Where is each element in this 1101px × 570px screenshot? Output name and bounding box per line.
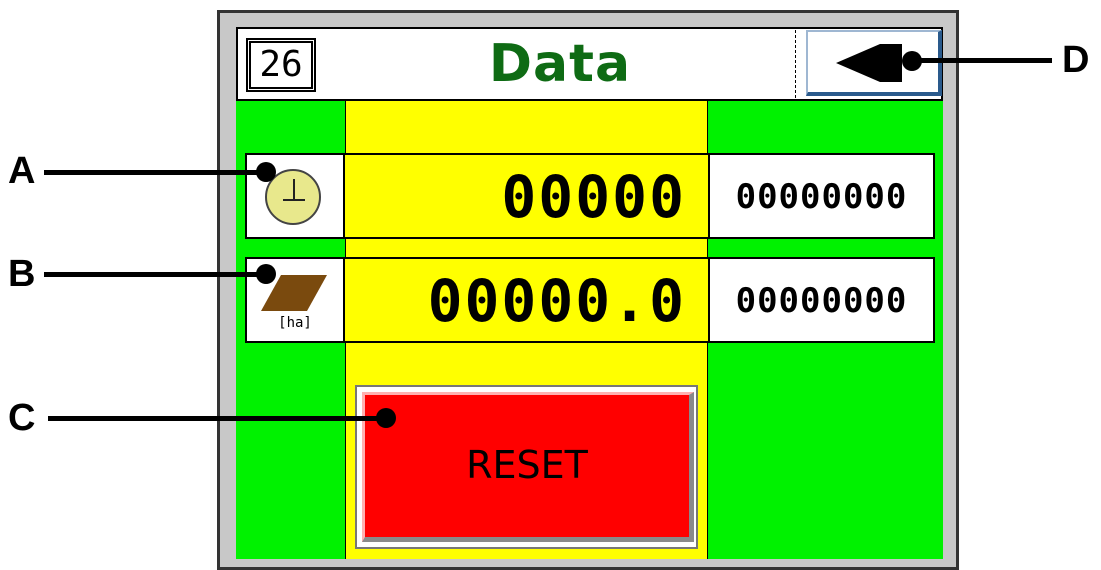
time-total-cell: 00000000 [708,153,935,239]
area-row: [ha] 00000.0 00000000 [245,257,935,343]
callout-label-c: C [8,397,36,439]
callout-line-a [44,170,266,175]
reset-button[interactable]: RESET [362,392,694,542]
callout-dot-a [256,162,276,182]
time-total: 00000000 [735,177,908,217]
callout-label-d: D [1062,39,1090,81]
callout-line-c [48,416,386,421]
callout-line-b [44,272,266,277]
time-row: 00000 00000000 [245,153,935,239]
area-value: 00000.0 [427,267,686,335]
title-divider [795,30,796,98]
callout-line-d [912,58,1052,63]
area-total-cell: 00000000 [708,257,935,343]
page-number: 26 [246,38,316,92]
time-value-cell: 00000 [345,153,708,239]
callout-dot-b [256,264,276,284]
area-unit: [ha] [278,315,312,331]
callout-dot-c [376,408,396,428]
area-value-cell: 00000.0 [345,257,708,343]
back-arrow-icon [836,44,880,82]
callout-label-a: A [8,150,36,192]
callout-label-b: B [8,253,36,295]
back-arrow-bar [880,44,902,82]
page-title: Data [488,34,632,94]
time-value: 00000 [501,163,686,231]
area-total: 00000000 [735,281,908,321]
